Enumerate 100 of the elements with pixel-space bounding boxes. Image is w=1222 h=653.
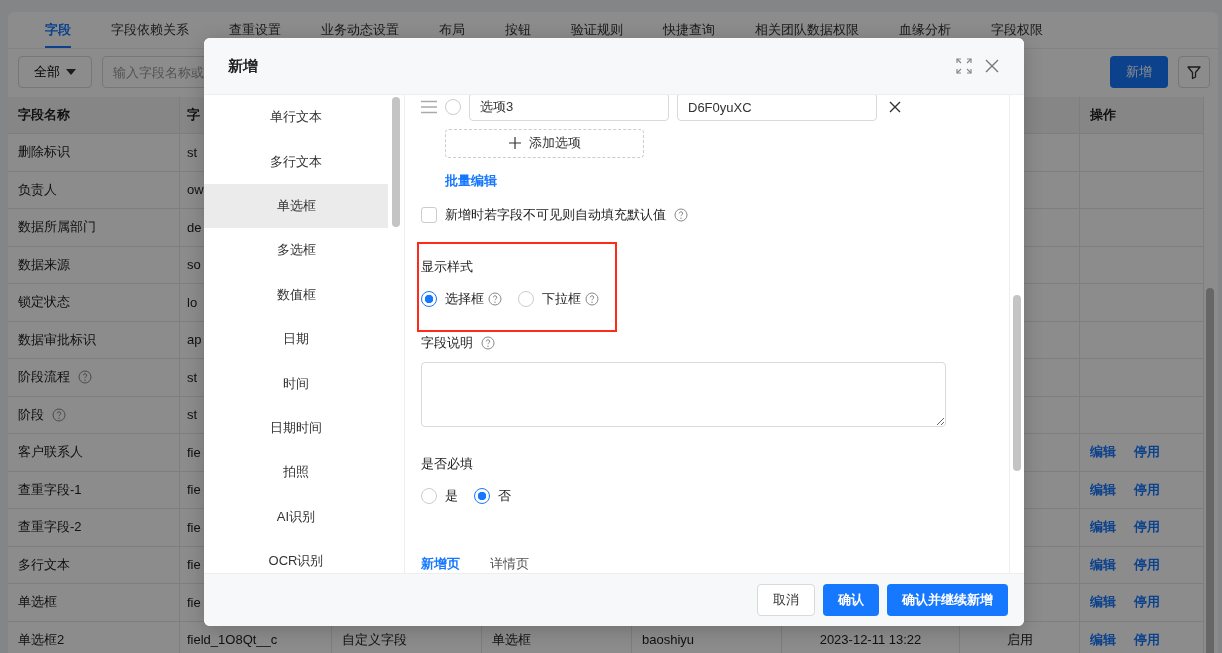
table-cell: 客户联系人 — [18, 443, 83, 462]
action-link[interactable]: 编辑 — [1090, 555, 1116, 574]
table-cell: 阶段 — [18, 405, 44, 424]
table-cell: st — [187, 407, 198, 423]
radio-button[interactable] — [421, 488, 437, 504]
table-cell: 单选框2 — [18, 630, 65, 649]
action-link[interactable]: 停用 — [1134, 593, 1160, 612]
close-icon[interactable] — [984, 58, 1000, 74]
table-cell: so — [187, 257, 201, 273]
confirm-button[interactable]: 确认并继续新增 — [887, 584, 1008, 616]
action-link[interactable]: 停用 — [1134, 518, 1160, 537]
field-label: 显示样式 — [421, 257, 474, 276]
table-cell: ap — [187, 332, 202, 348]
field-type-item[interactable]: 单行文本 — [204, 95, 388, 140]
help-icon — [488, 291, 502, 306]
table-cell: 查重字段-2 — [18, 518, 82, 537]
drag-handle-icon[interactable] — [421, 100, 437, 114]
field-type-item[interactable]: OCR识别 — [204, 538, 388, 573]
plus-icon — [508, 137, 521, 150]
table-cell: 负责人 — [18, 180, 57, 199]
add-button[interactable]: 新增 — [1110, 56, 1168, 88]
confirm-button[interactable]: 确认 — [823, 584, 879, 616]
field-type-item[interactable]: 拍照 — [204, 450, 388, 495]
action-link[interactable]: 停用 — [1134, 443, 1160, 462]
table-cell: 单选框 — [492, 630, 531, 649]
scrollbar-thumb[interactable] — [392, 97, 400, 227]
action-link[interactable]: 停用 — [1134, 630, 1160, 649]
caret-icon — [66, 69, 76, 75]
add-option-button[interactable]: 添加选项 — [445, 129, 644, 158]
tab[interactable]: 字段依赖关系 — [111, 12, 189, 48]
table-cell: fie — [187, 444, 201, 460]
field-type-item[interactable]: 日期 — [204, 316, 388, 362]
action-link[interactable]: 编辑 — [1090, 443, 1116, 462]
filter-button[interactable] — [1178, 56, 1210, 88]
option-label-field[interactable]: 选项3 — [469, 95, 669, 121]
description-field[interactable] — [421, 362, 946, 427]
cancel-button[interactable]: 取消 — [757, 584, 815, 616]
table-cell: 锁定状态 — [18, 293, 70, 312]
batch-edit-link[interactable]: 批量编辑 — [445, 171, 497, 190]
field-type-item[interactable]: 时间 — [204, 361, 388, 406]
table-cell: lo — [187, 294, 198, 310]
table-cell: st — [187, 369, 198, 385]
table-cell: field_1O8Qt__c — [187, 632, 278, 648]
radio-button[interactable] — [518, 290, 534, 307]
filter-dropdown[interactable]: 全部 — [18, 56, 92, 88]
help-icon — [481, 336, 495, 351]
column-header: 字 — [187, 106, 200, 124]
table-cell: 数据来源 — [18, 255, 70, 274]
field-type-item[interactable]: 多行文本 — [204, 139, 388, 184]
scrollbar-thumb[interactable] — [1206, 288, 1214, 653]
table-cell: 多行文本 — [18, 555, 70, 574]
dialog-title: 新增 — [228, 56, 259, 76]
table-cell: fie — [187, 482, 201, 498]
radio-label: 下拉框 — [542, 289, 581, 308]
radio-button[interactable] — [445, 99, 461, 115]
field-type-item[interactable]: 数值框 — [204, 272, 388, 317]
table-cell: 自定义字段 — [342, 630, 407, 649]
table-cell: 数据所属部门 — [18, 218, 96, 237]
radio-label: 否 — [498, 487, 511, 505]
field-type-item[interactable]: 多选框 — [204, 228, 388, 273]
table-cell: de — [187, 219, 202, 235]
radio-label: 是 — [445, 487, 458, 505]
radio-label: 选择框 — [445, 289, 484, 308]
table-cell: 数据审批标识 — [18, 330, 96, 349]
table-cell: 启用 — [1006, 630, 1033, 649]
help-icon — [674, 207, 688, 222]
field-type-item[interactable]: AI识别 — [204, 494, 388, 539]
field-type-item[interactable]: 单选框 — [204, 183, 388, 229]
action-link[interactable]: 编辑 — [1090, 480, 1116, 499]
table-cell: 单选框 — [18, 593, 57, 612]
field-type-item[interactable]: 日期时间 — [204, 405, 388, 451]
delete-icon[interactable] — [889, 101, 901, 113]
table-cell: st — [187, 144, 198, 160]
table-cell: fie — [187, 594, 201, 610]
tab[interactable]: 详情页 — [490, 555, 529, 573]
checkbox-label: 新增时若字段不可见则自动填充默认值 — [445, 205, 666, 224]
table-cell: fie — [187, 519, 201, 535]
table-cell: ow — [187, 182, 204, 198]
field-label: 字段说明 — [421, 334, 473, 353]
action-link[interactable]: 编辑 — [1090, 518, 1116, 537]
column-header: 字段名称 — [18, 106, 70, 124]
table-cell: 阶段流程 — [18, 368, 70, 387]
action-link[interactable]: 编辑 — [1090, 593, 1116, 612]
table-cell: fie — [187, 557, 201, 573]
action-link[interactable]: 停用 — [1134, 480, 1160, 499]
table-cell: 删除标识 — [18, 143, 70, 162]
expand-icon[interactable] — [956, 58, 972, 74]
tab[interactable]: 字段 — [45, 12, 71, 48]
option-value-field[interactable]: D6F0yuXC — [677, 95, 877, 121]
column-header: 操作 — [1090, 106, 1116, 124]
checkbox[interactable] — [421, 206, 437, 223]
radio-button[interactable] — [421, 290, 437, 307]
action-link[interactable]: 停用 — [1134, 555, 1160, 574]
filter-icon — [1186, 64, 1202, 80]
tab[interactable]: 新增页 — [421, 555, 460, 573]
scrollbar-thumb[interactable] — [1013, 295, 1021, 471]
radio-button[interactable] — [474, 488, 490, 504]
help-icon — [585, 291, 599, 306]
table-cell: baoshiyu — [642, 632, 695, 648]
action-link[interactable]: 编辑 — [1090, 630, 1116, 649]
